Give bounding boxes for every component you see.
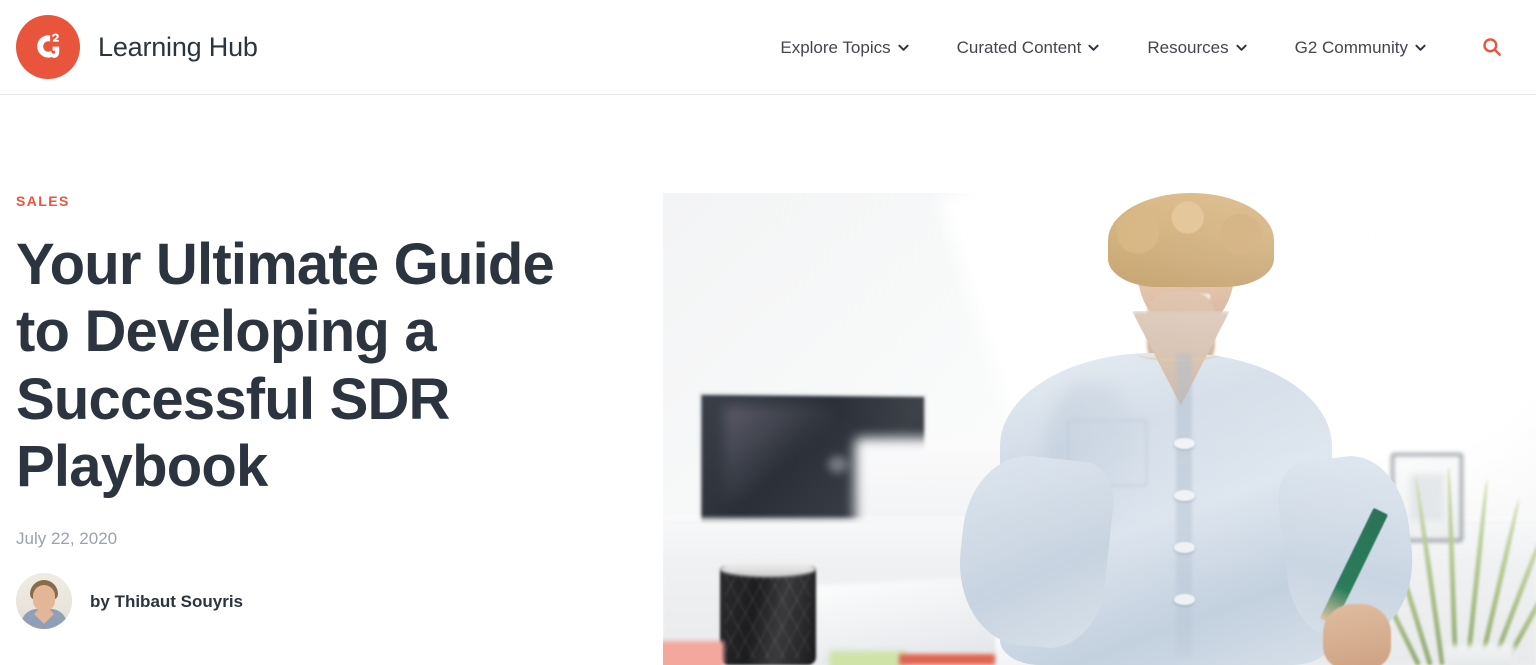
woman-hand xyxy=(1322,603,1392,665)
nav-item-g2-community[interactable]: G2 Community xyxy=(1271,31,1450,64)
article-hero: SALES Your Ultimate Guide to Developing … xyxy=(0,95,1536,665)
article-header-text: SALES Your Ultimate Guide to Developing … xyxy=(0,95,663,630)
nav-item-resources[interactable]: Resources xyxy=(1123,31,1270,64)
article-category-link[interactable]: SALES xyxy=(16,194,70,208)
publish-date: July 22, 2020 xyxy=(16,529,118,549)
nav-label-g2-community: G2 Community xyxy=(1294,37,1408,57)
author-avatar[interactable] xyxy=(16,573,72,630)
nav-label-explore-topics: Explore Topics xyxy=(780,37,891,57)
brand-logo-link[interactable]: Learning Hub xyxy=(16,15,258,79)
page-title: Your Ultimate Guide to Developing a Succ… xyxy=(16,232,555,499)
sticky-note xyxy=(663,641,725,665)
nav-label-curated-content: Curated Content xyxy=(956,37,1082,57)
shirt-placket xyxy=(1175,353,1192,656)
chevron-down-icon xyxy=(1236,42,1247,53)
byline: by Thibaut Souyris xyxy=(16,573,623,630)
site-header: Learning Hub Explore Topics Curated Cont… xyxy=(0,0,1536,95)
chevron-down-icon xyxy=(1415,42,1426,53)
mug-rim xyxy=(719,560,816,577)
coffee-mug-icon xyxy=(719,560,816,665)
hero-image xyxy=(663,193,1536,665)
g2-logo-icon xyxy=(16,15,80,79)
nav-item-curated-content[interactable]: Curated Content xyxy=(933,31,1124,64)
author-name-link[interactable]: by Thibaut Souyris xyxy=(90,593,243,610)
mug-pattern xyxy=(725,575,810,660)
search-icon xyxy=(1481,36,1503,58)
chevron-down-icon xyxy=(898,42,909,53)
search-button[interactable] xyxy=(1472,27,1512,67)
woman-in-office xyxy=(951,193,1440,665)
chevron-down-icon xyxy=(1088,42,1099,53)
hero-photo xyxy=(663,193,1536,665)
monitor-glare xyxy=(723,405,832,498)
main-navigation: Explore Topics Curated Content Resources… xyxy=(756,27,1512,67)
woman-hair-front xyxy=(1107,193,1274,288)
nav-label-resources: Resources xyxy=(1147,37,1229,57)
plant-pot xyxy=(1445,645,1517,665)
nav-item-explore-topics[interactable]: Explore Topics xyxy=(756,31,932,64)
brand-name: Learning Hub xyxy=(98,31,258,62)
monitor-highlight xyxy=(827,455,848,473)
sticky-note xyxy=(828,650,908,665)
